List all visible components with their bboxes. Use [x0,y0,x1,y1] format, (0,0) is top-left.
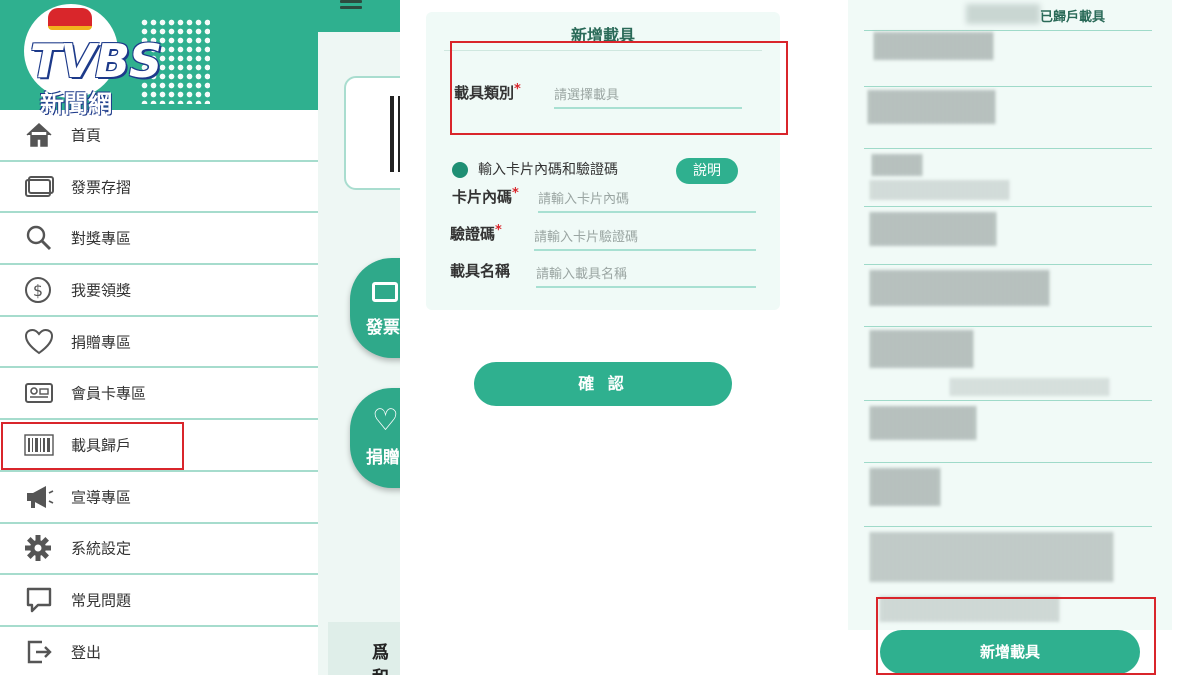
member-card-icon [25,383,53,404]
svg-text:$: $ [33,281,43,300]
menu-item-member-card[interactable]: 會員卡專區 [0,368,318,421]
menu-item-label: 會員卡專區 [71,384,147,403]
side-menu-panel: 發票 ♡ 捐贈 爲和 TVBS 新聞網 首頁 [0,0,400,675]
card-icon [25,175,54,197]
menu-item-logout[interactable]: 登出 [0,627,318,675]
menu-item-label: 宣導專區 [71,488,132,507]
carrier-list-title: 已歸戶載具 [1040,10,1106,25]
invoice-shortcut-label: 發票 [366,318,400,338]
menu-header: TVBS 新聞網 [0,0,318,118]
screenshot-collage: 發票 ♡ 捐贈 爲和 TVBS 新聞網 首頁 [0,0,1200,675]
monitor-icon [372,282,398,302]
menu-item-label: 對獎專區 [71,229,132,248]
blurred-list-item [870,406,976,440]
hamburger-icon[interactable] [340,0,362,16]
confirm-button[interactable]: 確 認 [474,362,732,406]
highlight-box [450,41,788,135]
blurred-list-item [870,468,940,506]
menu-item-label: 常見問題 [71,591,132,610]
menu-item-donation[interactable]: 捐贈專區 [0,317,318,369]
divider [864,264,1152,265]
menu-item-invoice-passbook[interactable]: 發票存摺 [0,162,318,214]
barcode-card [344,76,400,190]
blurred-text [966,4,1040,24]
home-icon [26,122,52,147]
divider [864,30,1152,31]
help-button[interactable]: 說明 [676,158,738,184]
carrier-name-label: 載具名稱 [450,262,511,280]
logout-icon [27,640,52,663]
menu-item-label: 我要領獎 [71,281,132,300]
question-icon [26,587,52,613]
background-bottom-banner: 爲和 [328,622,400,675]
menu-item-label: 系統設定 [71,539,132,558]
crown-icon [48,8,92,30]
menu-item-label: 發票存摺 [71,178,132,197]
highlight-box [876,597,1156,675]
carrier-name-input[interactable]: 請輸入載具名稱 [536,263,756,288]
megaphone-icon [27,485,54,508]
blurred-list-item [950,378,1110,396]
menu-item-home[interactable]: 首頁 [0,110,318,162]
verify-code-label: 驗證碼* [450,223,502,243]
menu-item-claim-prize[interactable]: $ 我要領獎 [0,265,318,317]
menu-item-settings[interactable]: 系統設定 [0,524,318,576]
verify-code-input[interactable]: 請輸入卡片驗證碼 [534,226,756,251]
blurred-list-item [872,154,922,176]
radio-button[interactable] [452,162,468,178]
divider [864,86,1152,87]
card-code-input[interactable]: 請輸入卡片內碼 [538,188,756,213]
dollar-icon: $ [25,276,51,303]
divider [864,400,1152,401]
blurred-list-item [870,212,996,246]
divider [864,148,1152,149]
divider [864,526,1152,527]
divider [864,326,1152,327]
add-carrier-panel: 新增載具 載具類別* 請選擇載具 輸入卡片內碼和驗證碼 說明 卡片內碼* 請輸入… [400,0,820,675]
background-bottom-text: 爲和 [372,643,389,675]
blurred-list-item [870,532,1114,582]
radio-label: 輸入卡片內碼和驗證碼 [478,162,618,178]
carrier-list-panel: 已歸戶載具 新增載具 [820,0,1200,675]
card-code-label: 卡片內碼* [452,186,519,206]
menu-item-label: 首頁 [71,126,102,145]
menu-item-label: 登出 [71,643,102,662]
divider [864,462,1152,463]
blurred-list-item [870,180,1010,200]
divider [864,206,1152,207]
tvbs-logo: TVBS [30,34,162,88]
menu-item-label: 捐贈專區 [71,333,132,352]
donate-shortcut-label: 捐贈 [366,448,400,468]
highlight-box [1,422,184,470]
search-icon [26,226,52,251]
gear-icon [25,535,51,562]
side-menu: 首頁 發票存摺 對獎專區 $ 我要領獎 捐贈專區 會員卡專區 載具歸戶 宣導專區… [0,110,318,675]
blurred-list-item [874,32,994,60]
heart-icon [24,328,54,354]
heart-icon: ♡ [372,403,399,438]
blurred-list-item [870,270,1050,306]
blurred-list-item [870,330,974,368]
menu-item-lottery[interactable]: 對獎專區 [0,213,318,266]
blurred-list-item [868,90,996,124]
menu-item-faq[interactable]: 常見問題 [0,575,318,627]
menu-item-promotion[interactable]: 宣導專區 [0,472,318,524]
